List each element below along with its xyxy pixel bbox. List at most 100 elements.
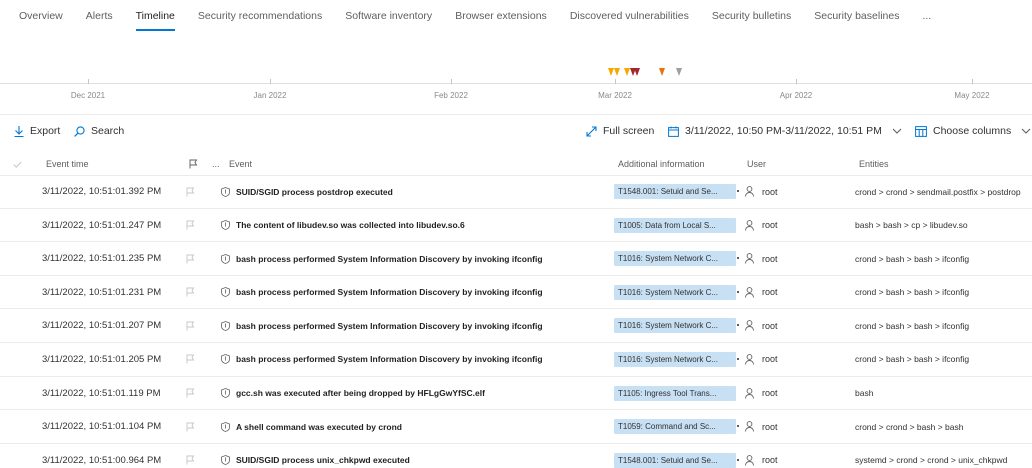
timeline-event-marker[interactable] [634,68,640,76]
full-screen-label: Full screen [603,125,655,137]
person-icon [745,387,754,399]
tab-security-bulletins[interactable]: Security bulletins [712,0,791,34]
flag-icon[interactable] [186,242,200,275]
event-description[interactable]: bash process performed System Informatio… [221,343,611,376]
user-cell[interactable]: root [745,175,845,208]
additional-info[interactable]: T1016: System Network C... [614,242,738,275]
mitre-technique-tag[interactable]: T1016: System Network C... [614,284,736,300]
timeline-chart[interactable]: Dec 2021 Jan 2022 Feb 2022 Mar 2022 Apr … [0,60,1032,110]
export-button[interactable]: Export [14,118,60,144]
user-cell[interactable]: root [745,209,845,242]
timeline-event-marker[interactable] [659,68,665,76]
choose-columns-button[interactable]: Choose columns [915,118,1031,144]
additional-info[interactable]: T1548.001: Setuid and Se... [614,175,738,208]
person-icon [745,253,754,264]
entities-chain: bash [855,388,874,399]
tab-more-overflow[interactable]: ... [922,0,931,34]
mitre-technique-tag[interactable]: T1548.001: Setuid and Se... [614,184,736,199]
user-cell[interactable]: root [745,242,845,275]
flag-icon[interactable] [186,175,200,208]
full-screen-button[interactable]: Full screen [586,118,654,144]
column-header-additional-information[interactable]: Additional information [618,152,705,176]
user-cell[interactable]: root [745,343,845,376]
column-header-event-time[interactable]: Event time [46,152,89,176]
shield-icon [221,253,230,264]
event-description[interactable]: SUID/SGID process postdrop executed [221,175,611,208]
mitre-technique-tag[interactable]: T1005: Data from Local S... [614,217,736,233]
column-header-user[interactable]: User [747,152,766,176]
additional-info[interactable]: T1548.001: Setuid and Se... [614,444,738,468]
table-row[interactable]: 3/11/2022, 10:51:01.104 PM A shell comma… [0,410,1032,444]
mitre-technique-tag[interactable]: T1059: Command and Sc... [614,419,736,435]
timeline-month-label: Jan 2022 [253,91,287,100]
table-row[interactable]: 3/11/2022, 10:51:01.235 PM bash process … [0,242,1032,276]
mitre-technique-tag[interactable]: T1105: Ingress Tool Trans... [614,385,736,401]
flag-icon[interactable] [186,209,200,242]
table-row[interactable]: 3/11/2022, 10:51:01.231 PM bash process … [0,276,1032,310]
flag-icon[interactable] [186,377,200,410]
additional-info[interactable]: T1059: Command and Sc... [614,410,738,443]
timeline-tick [796,79,797,84]
tab-timeline[interactable]: Timeline [135,0,176,34]
additional-info[interactable]: T1005: Data from Local S... [614,209,738,242]
tab-security-recommendations[interactable]: Security recommendations [198,0,322,34]
tab-discovered-vulnerabilities[interactable]: Discovered vulnerabilities [570,0,689,34]
flag-icon[interactable] [186,276,200,309]
event-time: 3/11/2022, 10:51:00.964 PM [42,454,162,466]
column-header-event[interactable]: Event [229,152,252,176]
user-cell[interactable]: root [745,377,845,410]
timeline-event-marker[interactable] [614,68,620,76]
additional-info[interactable]: T1105: Ingress Tool Trans... [614,377,738,410]
event-description[interactable]: bash process performed System Informatio… [221,309,611,342]
additional-info[interactable]: T1016: System Network C... [614,309,738,342]
flag-column-header[interactable] [189,152,198,176]
shield-icon [221,287,230,298]
column-header-entities[interactable]: Entities [859,152,889,176]
user-cell[interactable]: root [745,410,845,443]
tab-security-baselines[interactable]: Security baselines [814,0,899,34]
event-time: 3/11/2022, 10:51:01.104 PM [42,421,162,433]
tab-software-inventory[interactable]: Software inventory [345,0,432,34]
event-description[interactable]: SUID/SGID process unix_chkpwd executed [221,444,611,468]
date-range-picker[interactable]: 3/11/2022, 10:50 PM-3/11/2022, 10:51 PM [668,118,902,144]
event-description[interactable]: bash process performed System Informatio… [221,242,611,275]
table-row[interactable]: 3/11/2022, 10:51:01.247 PM The content o… [0,209,1032,243]
flag-icon[interactable] [186,410,200,443]
tab-alerts[interactable]: Alerts [86,0,113,34]
mitre-technique-tag[interactable]: T1016: System Network C... [614,251,736,267]
additional-info[interactable]: T1016: System Network C... [614,343,738,376]
user-cell[interactable]: root [745,444,845,468]
table-row[interactable]: 3/11/2022, 10:51:00.964 PM SUID/SGID pro… [0,444,1032,468]
event-description[interactable]: A shell command was executed by crond [221,410,611,443]
table-row[interactable]: 3/11/2022, 10:51:01.119 PM gcc.sh was ex… [0,377,1032,411]
select-all-checkbox[interactable] [13,152,22,176]
mitre-technique-tag[interactable]: T1016: System Network C... [614,318,736,334]
shield-icon [221,455,230,466]
event-description[interactable]: bash process performed System Informatio… [221,276,611,309]
toolbar: Export Search Full screen 3/11/2022, 10:… [0,118,1032,144]
flag-icon[interactable] [186,309,200,342]
flag-icon[interactable] [186,444,200,468]
timeline-tick [972,79,973,84]
timeline-axis [0,83,1032,84]
entities-chain: crond > crond > sendmail.postfix > postd… [855,186,1021,197]
tab-overview[interactable]: Overview [19,0,63,34]
entities-chain: crond > bash > bash > ifconfig [855,320,970,331]
user-cell[interactable]: root [745,276,845,309]
event-description[interactable]: The content of libudev.so was collected … [221,209,611,242]
event-description[interactable]: gcc.sh was executed after being dropped … [221,377,611,410]
table-row[interactable]: 3/11/2022, 10:51:01.207 PM bash process … [0,309,1032,343]
tab-browser-extensions[interactable]: Browser extensions [455,0,547,34]
table-row[interactable]: 3/11/2022, 10:51:01.392 PM SUID/SGID pro… [0,175,1032,209]
mitre-technique-tag[interactable]: T1016: System Network C... [614,351,736,367]
flag-icon [189,159,198,169]
user-cell[interactable]: root [745,309,845,342]
mitre-technique-tag[interactable]: T1548.001: Setuid and Se... [614,452,736,468]
timeline-event-marker[interactable] [676,68,682,76]
table-row[interactable]: 3/11/2022, 10:51:01.205 PM bash process … [0,343,1032,377]
column-header-more[interactable]: ... [212,152,220,176]
search-button[interactable]: Search [74,118,124,144]
additional-info[interactable]: T1016: System Network C... [614,276,738,309]
flag-icon[interactable] [186,343,200,376]
person-icon [745,320,754,331]
